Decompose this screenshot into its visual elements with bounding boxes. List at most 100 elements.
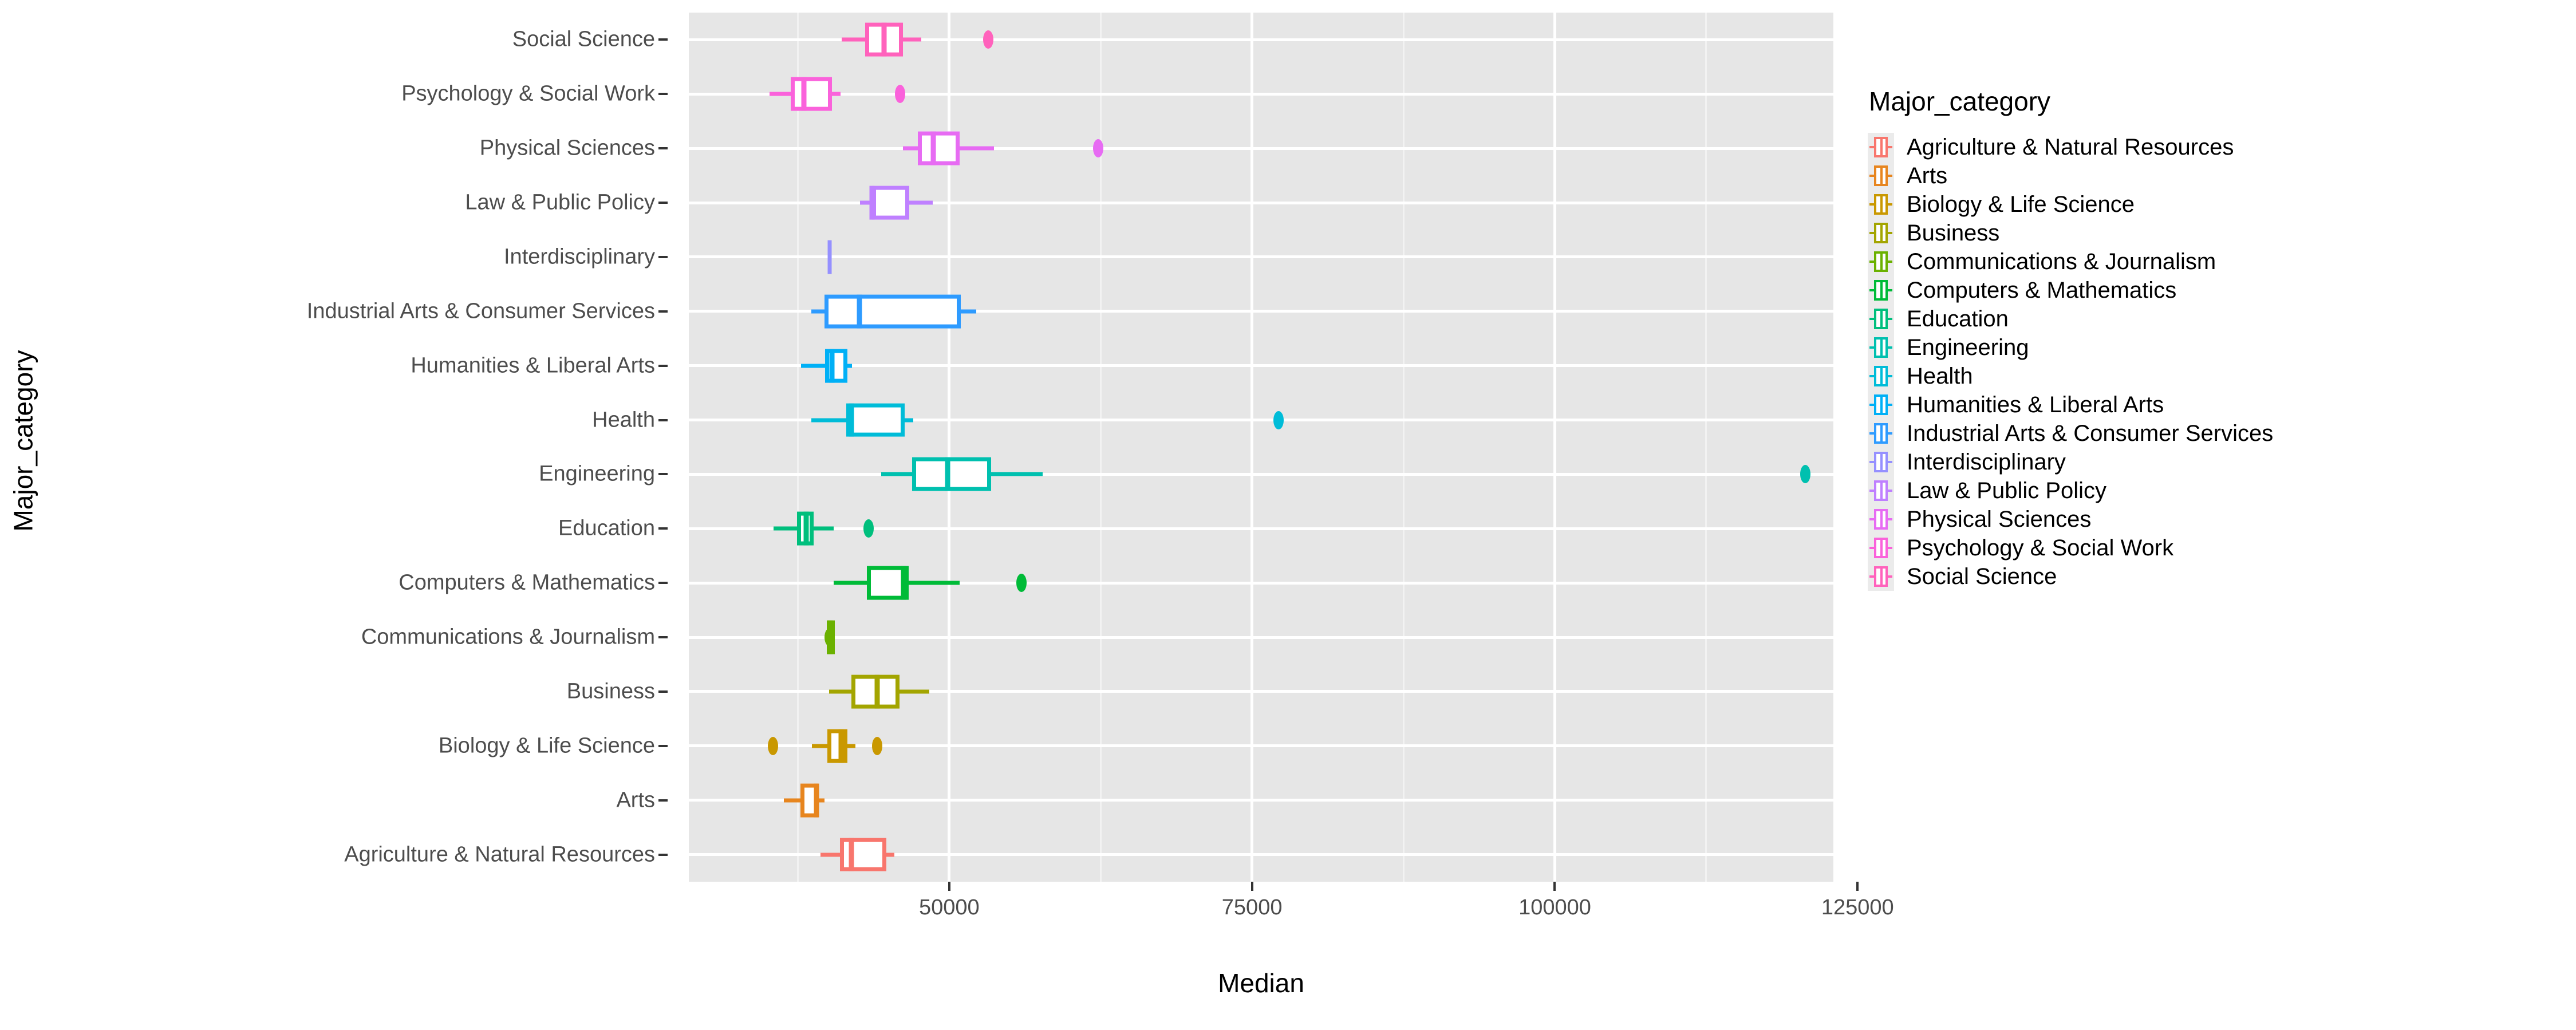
gridline-major-horizontal: [689, 364, 1833, 368]
gridline-major-horizontal: [689, 92, 1833, 96]
legend-key-median: [1880, 223, 1883, 243]
y-axis-tick-labels: Social Science Psychology & Social Work Ph…: [0, 0, 676, 882]
gridline-major-horizontal: [689, 744, 1833, 748]
legend-item-label: Education: [1907, 306, 2009, 332]
boxplot-outlier-point: [863, 519, 874, 538]
boxplot-whisker-lower: [841, 37, 865, 42]
y-axis-tick-mark: [658, 473, 668, 476]
legend-key-boxplot-icon: [1868, 534, 1894, 562]
boxplot-outlier-point: [1016, 574, 1027, 593]
x-axis-tick-mark: [1250, 882, 1253, 891]
boxplot-whisker-lower: [834, 581, 867, 585]
legend-key-median: [1880, 251, 1883, 272]
y-axis-tick-label: Industrial Arts & Consumer Services: [306, 299, 655, 323]
boxplot-whisker-lower: [783, 798, 801, 803]
y-axis-tick-label: Business: [566, 679, 655, 704]
legend-title: Major_category: [1869, 86, 2051, 116]
boxplot-box: [825, 294, 961, 329]
boxplot-box: [825, 349, 847, 383]
legend-item[interactable]: Interdisciplinary: [1868, 448, 2572, 476]
legend-item[interactable]: Engineering: [1868, 333, 2572, 362]
boxplot-whisker-upper: [847, 364, 852, 368]
legend-item[interactable]: Humanities & Liberal Arts: [1868, 390, 2572, 419]
legend-item-label: Health: [1907, 363, 1973, 389]
legend-key-boxplot-icon: [1868, 161, 1894, 190]
boxplot-outlier-point: [824, 628, 835, 647]
legend-item[interactable]: Arts: [1868, 161, 2572, 190]
gridline-minor-vertical: [1705, 13, 1707, 882]
legend-key-median: [1880, 423, 1883, 444]
legend-item[interactable]: Education: [1868, 305, 2572, 333]
boxplot-box: [872, 186, 909, 220]
boxplot-box: [839, 838, 887, 871]
boxplot-box: [917, 131, 960, 165]
legend-key-boxplot-icon: [1868, 505, 1894, 534]
boxplot-whisker-upper: [814, 526, 834, 531]
boxplot-outlier-point: [1093, 139, 1104, 158]
boxplot-whisker-upper: [818, 798, 825, 803]
legend-item-label: Interdisciplinary: [1907, 449, 2066, 475]
boxplot-whisker-lower: [829, 689, 851, 694]
boxplot-median-line: [849, 838, 854, 871]
legend-item[interactable]: Psychology & Social Work: [1868, 534, 2572, 562]
legend-key-median: [1880, 337, 1883, 358]
boxplot-whisker-upper: [904, 418, 913, 423]
boxplot-whisker-lower: [770, 92, 791, 96]
y-axis-tick-label: Humanities & Liberal Arts: [411, 353, 655, 378]
boxplot-median-line: [945, 457, 950, 491]
legend-item-label: Business: [1907, 220, 2000, 246]
x-axis-tick-label: 50000: [918, 895, 980, 919]
legend-key-boxplot-icon: [1868, 476, 1894, 505]
boxplot-median-line: [874, 674, 880, 709]
legend-key-boxplot-icon: [1868, 362, 1894, 390]
y-axis-tick-mark: [658, 364, 668, 367]
legend-key-median: [1880, 538, 1883, 558]
legend-key-median: [1880, 566, 1883, 587]
y-axis-tick-label: Interdisciplinary: [504, 244, 655, 269]
legend-item-label: Communications & Journalism: [1907, 248, 2216, 274]
y-axis-tick-mark: [658, 147, 668, 150]
legend-item[interactable]: Social Science: [1868, 562, 2572, 591]
boxplot-whisker-lower: [820, 853, 840, 857]
legend-items: Agriculture & Natural Resources Arts Biolo…: [1868, 133, 2572, 591]
legend-item[interactable]: Computers & Mathematics: [1868, 276, 2572, 305]
y-axis-tick-mark: [658, 310, 668, 313]
y-axis-tick-mark: [658, 690, 668, 693]
boxplot-whisker-upper: [886, 853, 895, 857]
legend-item[interactable]: Communications & Journalism: [1868, 247, 2572, 276]
boxplot-whisker-lower: [811, 418, 846, 423]
y-axis-tick-mark: [658, 853, 668, 856]
boxplot-single-line: [827, 240, 832, 274]
legend-item[interactable]: Biology & Life Science: [1868, 190, 2572, 219]
gridline-major-horizontal: [689, 255, 1833, 259]
legend-item[interactable]: Health: [1868, 362, 2572, 390]
legend-key-median: [1880, 394, 1883, 415]
legend-item[interactable]: Law & Public Policy: [1868, 476, 2572, 505]
legend-item[interactable]: Industrial Arts & Consumer Services: [1868, 419, 2572, 448]
legend-item[interactable]: Business: [1868, 219, 2572, 247]
boxplot-outlier-point: [895, 85, 906, 104]
legend-key-median: [1880, 165, 1883, 186]
legend-item-label: Arts: [1907, 163, 1948, 188]
legend-item[interactable]: Physical Sciences: [1868, 505, 2572, 534]
y-axis-tick-mark: [658, 636, 668, 639]
boxplot-whisker-upper: [960, 309, 976, 314]
legend-key-boxplot-icon: [1868, 333, 1894, 362]
legend-item[interactable]: Agriculture & Natural Resources: [1868, 133, 2572, 161]
y-axis-tick-label: Arts: [616, 788, 655, 812]
boxplot-whisker-lower: [881, 472, 912, 476]
legend-item-label: Psychology & Social Work: [1907, 535, 2174, 561]
boxplot-median-line: [881, 23, 887, 57]
legend-key-median: [1880, 480, 1883, 501]
boxplot-median-line: [829, 349, 835, 383]
boxplot-median-line: [901, 566, 906, 600]
gridline-minor-vertical: [1402, 13, 1405, 882]
legend-item-label: Law & Public Policy: [1907, 477, 2107, 503]
y-axis-tick-mark: [658, 93, 668, 96]
x-axis-tick-mark: [948, 882, 950, 891]
gridline-major-horizontal: [689, 799, 1833, 802]
boxplot-median-line: [869, 186, 875, 220]
x-axis-tick-mark: [1553, 882, 1556, 891]
legend-key-boxplot-icon: [1868, 247, 1894, 276]
boxplot-outlier-point: [1273, 411, 1284, 429]
